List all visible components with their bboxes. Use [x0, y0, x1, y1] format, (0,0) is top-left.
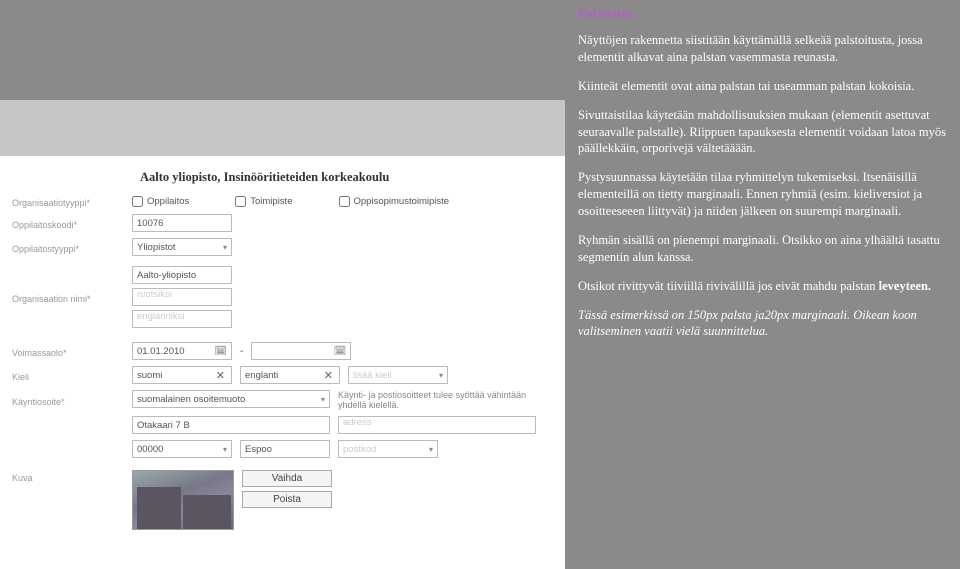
zip-select[interactable]: 00000 ▾: [132, 440, 232, 458]
radio-oppisopimus[interactable]: Oppisopimustoimipiste: [339, 196, 450, 207]
lang1-chip[interactable]: suomi ✕: [132, 366, 232, 384]
row-image: Kuva Vaihda Poista: [12, 470, 553, 530]
close-icon[interactable]: ✕: [214, 369, 227, 382]
chevron-down-icon: ▾: [439, 371, 443, 380]
sidebar-p7: Tässä esimerkissä on 150px palsta ja20px…: [578, 307, 960, 341]
sidebar-p3: Sivuttaistilaa käytetään mahdollisuuksie…: [578, 107, 960, 158]
insttype-select[interactable]: Yliopistot ▾: [132, 238, 232, 256]
label-code: Oppilaitoskoodi*: [12, 217, 132, 230]
addlang-select[interactable]: lisää kieli ▾: [348, 366, 448, 384]
label-orgname: Organisaation nimi*: [12, 291, 132, 304]
sidebar-p1: Näyttöjen rakennetta siistitään käyttämä…: [578, 32, 960, 66]
row-zip: 00000 ▾ postkod ▾: [12, 440, 553, 458]
image-thumbnail: [132, 470, 234, 530]
label-lang: Kieli: [12, 369, 132, 382]
zip-sv-select[interactable]: postkod ▾: [338, 440, 438, 458]
label-insttype: Oppilaitostyyppi*: [12, 241, 132, 254]
row-address: Käyntiosoite* suomalainen osoitemuoto ▾ …: [12, 390, 553, 410]
city-input[interactable]: [240, 440, 330, 458]
label-address: Käyntiosoite*: [12, 394, 132, 407]
label-valid: Voimassaolo*: [12, 345, 132, 358]
remove-button[interactable]: Poista: [242, 491, 332, 508]
row-orgname: Organisaation nimi* ruotsiksi englanniks…: [12, 266, 553, 328]
sidebar-p5: Ryhmän sisällä on pienempi marginaali. O…: [578, 232, 960, 266]
close-icon[interactable]: ✕: [322, 369, 335, 382]
label-orgtype: Organisaatiotyyppi*: [12, 195, 132, 208]
name-fi-input[interactable]: [132, 266, 232, 284]
form-title: Aalto yliopisto, Insinööritieteiden kork…: [140, 170, 553, 185]
radio-toimipiste[interactable]: Toimipiste: [235, 196, 292, 207]
row-street: adress: [12, 416, 553, 434]
row-valid: Voimassaolo* 01.01.2010 🗓 - 🗓: [12, 342, 553, 360]
sidebar-notes: Palstoitus Näyttöjen rakennetta siistitä…: [578, 6, 960, 352]
chevron-down-icon: ▾: [321, 395, 325, 404]
street-fi-input[interactable]: [132, 416, 330, 434]
calendar-icon: 🗓: [214, 346, 227, 357]
chevron-down-icon: ▾: [429, 445, 433, 454]
name-sv-input[interactable]: ruotsiksi: [132, 288, 232, 306]
chevron-down-icon: ▾: [223, 445, 227, 454]
sidebar-p2: Kiinteät elementit ovat aina palstan tai…: [578, 78, 960, 95]
calendar-icon: 🗓: [334, 346, 347, 357]
chevron-down-icon: ▾: [223, 243, 227, 252]
row-insttype: Oppilaitostyyppi* Yliopistot ▾: [12, 238, 553, 256]
lang2-chip[interactable]: englanti ✕: [240, 366, 340, 384]
sidebar-title: Palstoitus: [578, 6, 960, 22]
radio-oppilaitos[interactable]: Oppilaitos: [132, 196, 189, 207]
label-image: Kuva: [12, 470, 132, 483]
row-code: Oppilaitoskoodi*: [12, 214, 553, 232]
row-lang: Kieli suomi ✕ englanti ✕ lisää kieli ▾: [12, 366, 553, 384]
address-format-select[interactable]: suomalainen osoitemuoto ▾: [132, 390, 330, 408]
street-sv-input[interactable]: adress: [338, 416, 536, 434]
valid-to-input[interactable]: 🗓: [251, 342, 351, 360]
form-panel: Aalto yliopisto, Insinööritieteiden kork…: [0, 156, 565, 569]
name-en-input[interactable]: englanniksi: [132, 310, 232, 328]
valid-separator: -: [240, 346, 243, 357]
row-orgtype: Organisaatiotyyppi* Oppilaitos Toimipist…: [12, 195, 553, 208]
change-button[interactable]: Vaihda: [242, 470, 332, 487]
address-note: Käynti- ja postiosoitteet tulee syöttää …: [338, 390, 553, 410]
topbar-placeholder: [0, 100, 565, 156]
sidebar-p4: Pystysuunnassa käytetään tilaa ryhmittel…: [578, 169, 960, 220]
valid-from-input[interactable]: 01.01.2010 🗓: [132, 342, 232, 360]
code-input[interactable]: [132, 214, 232, 232]
sidebar-p6: Otsikot rivittyvät tiiviillä rivivälillä…: [578, 278, 960, 295]
